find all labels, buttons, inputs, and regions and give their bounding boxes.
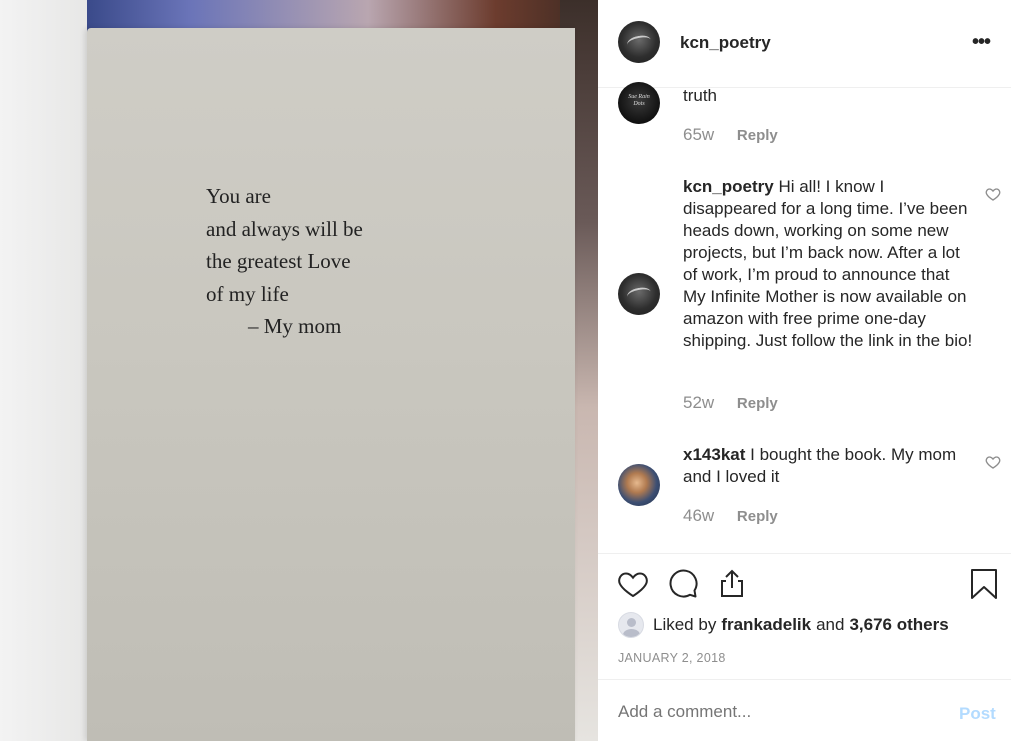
post-side-panel: kcn_poetry ••• Sue Rain Dots truth 65w Re… <box>598 0 1011 741</box>
liked-and-label: and <box>816 615 845 634</box>
comment-meta: 46w Reply <box>683 506 778 526</box>
poem-line: the greatest Love <box>206 249 351 273</box>
comment-text: x143kat I bought the book. My mom and I … <box>683 444 973 488</box>
comment-input[interactable] <box>618 702 938 722</box>
comment-text: kcn_poetry Hi all! I know I disappeared … <box>683 176 973 352</box>
bookmark-icon[interactable] <box>968 568 1000 600</box>
commenter-username[interactable]: x143kat <box>683 445 745 464</box>
reply-button[interactable]: Reply <box>737 508 778 525</box>
likes-summary: Liked by frankadelik and 3,676 others <box>618 612 949 638</box>
comment-meta: 65w Reply <box>683 125 778 145</box>
post-photo: You are and always will be the greatest … <box>0 0 598 741</box>
post-date[interactable]: JANUARY 2, 2018 <box>618 651 726 665</box>
likes-count-link[interactable]: 3,676 others <box>849 615 948 635</box>
comment-like-heart-icon[interactable] <box>985 454 1001 470</box>
poem-line: – My mom <box>248 314 342 338</box>
like-heart-icon[interactable] <box>617 568 649 600</box>
commenter-username[interactable]: kcn_poetry <box>683 177 774 196</box>
liker-avatar[interactable] <box>618 612 644 638</box>
author-username[interactable]: kcn_poetry <box>680 33 771 53</box>
commenter-avatar[interactable] <box>618 273 660 315</box>
comment-timestamp[interactable]: 46w <box>683 506 714 525</box>
liked-by-label: Liked by <box>653 615 717 634</box>
comment-like-heart-icon[interactable] <box>985 186 1001 202</box>
book-page <box>87 28 575 741</box>
book-left-page <box>0 0 87 741</box>
post-comment-button[interactable]: Post <box>959 704 996 724</box>
post-actions: Liked by frankadelik and 3,676 others JA… <box>598 553 1011 679</box>
more-options-icon[interactable]: ••• <box>972 32 996 52</box>
comment-body: truth <box>683 86 718 105</box>
commenter-avatar[interactable]: Sue Rain Dots <box>618 82 660 124</box>
share-icon[interactable] <box>716 568 748 600</box>
poem-text: You are and always will be the greatest … <box>206 180 363 343</box>
comment-bubble-icon[interactable] <box>667 568 699 600</box>
comment-meta: 52w Reply <box>683 393 778 413</box>
poem-line: of my life <box>206 281 289 306</box>
liker-username[interactable]: frankadelik <box>721 615 811 635</box>
comment-timestamp[interactable]: 65w <box>683 125 714 144</box>
comment-body: Hi all! I know I disappeared for a long … <box>683 177 973 350</box>
reply-button[interactable]: Reply <box>737 395 778 412</box>
reply-button[interactable]: Reply <box>737 127 778 144</box>
comment-timestamp[interactable]: 52w <box>683 393 714 412</box>
poem-line: and always will be <box>206 216 363 241</box>
author-avatar[interactable] <box>618 21 660 63</box>
add-comment-bar: Post <box>598 679 1011 741</box>
post-header: kcn_poetry ••• <box>598 0 1011 88</box>
commenter-avatar[interactable] <box>618 464 660 506</box>
comment-text: truth <box>683 85 973 107</box>
poem-line: You are <box>206 184 271 208</box>
